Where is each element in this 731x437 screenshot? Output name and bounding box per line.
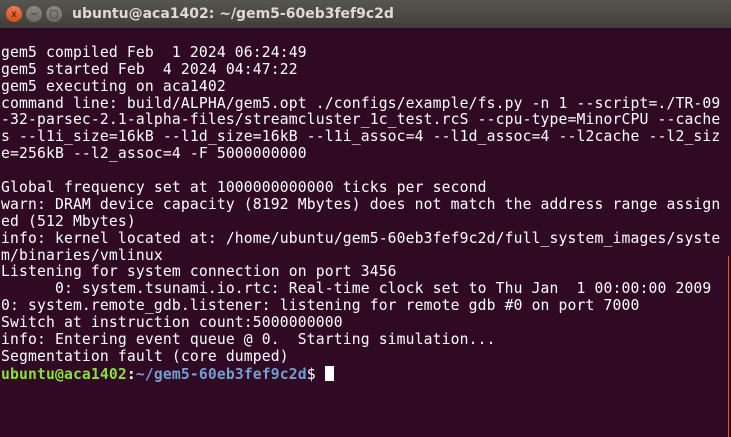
terminal-line: Switch at instruction count:5000000000 [1,314,343,332]
maximize-icon: □ [49,8,59,20]
terminal-output[interactable]: gem5 compiled Feb 1 2024 06:24:49 gem5 st… [0,28,731,437]
text-cursor [324,365,334,381]
prompt-user-host: ubuntu@aca1402 [1,365,127,383]
terminal-line: -32-parsec-2.1-alpha-files/streamcluster… [1,111,721,129]
terminal-line: e=256kB --l2_assoc=4 -F 5000000000 [1,145,307,163]
prompt-separator: : [126,365,136,383]
prompt-path: ~/gem5-60eb3fef9c2d [135,365,307,383]
title-bar[interactable]: x − □ ubuntu@aca1402: ~/gem5-60eb3fef9c2… [0,0,731,28]
terminal-line: Segmentation fault (core dumped) [1,347,289,365]
terminal-line: gem5 started Feb 4 2024 04:47:22 [1,60,298,78]
terminal-line: 0: system.remote_gdb.listener: listening… [1,297,640,315]
close-icon: x [11,8,17,20]
terminal-line: warn: DRAM device capacity (8192 Mbytes)… [1,195,721,213]
terminal-line: gem5 executing on aca1402 [1,77,226,95]
terminal-line: Listening for system connection on port … [1,263,397,281]
window-title: ubuntu@aca1402: ~/gem5-60eb3fef9c2d [72,6,394,22]
terminal-line: gem5 compiled Feb 1 2024 06:24:49 [1,43,307,61]
scroll-indicator [728,256,729,437]
minimize-icon: − [29,8,39,20]
terminal-line: 0: system.tsunami.io.rtc: Real-time cloc… [1,280,712,298]
terminal-line: command line: build/ALPHA/gem5.opt ./con… [1,94,721,112]
terminal-line: s --l1i_size=16kB --l1d_size=16kB --l1i_… [1,128,721,146]
minimize-button[interactable]: − [26,6,42,22]
terminal-line: ed (512 Mbytes) [1,212,136,230]
maximize-button[interactable]: □ [46,6,62,22]
prompt-symbol: $ [306,365,316,383]
terminal-line: info: Entering event queue @ 0. Starting… [1,331,496,349]
prompt-line[interactable]: ubuntu@aca1402:~/gem5-60eb3fef9c2d$ [1,365,731,383]
terminal-line: info: kernel located at: /home/ubuntu/ge… [1,229,721,247]
terminal-line: Global frequency set at 1000000000000 ti… [1,179,487,197]
terminal-line: m/binaries/vmlinux [1,246,163,264]
close-button[interactable]: x [6,6,22,22]
